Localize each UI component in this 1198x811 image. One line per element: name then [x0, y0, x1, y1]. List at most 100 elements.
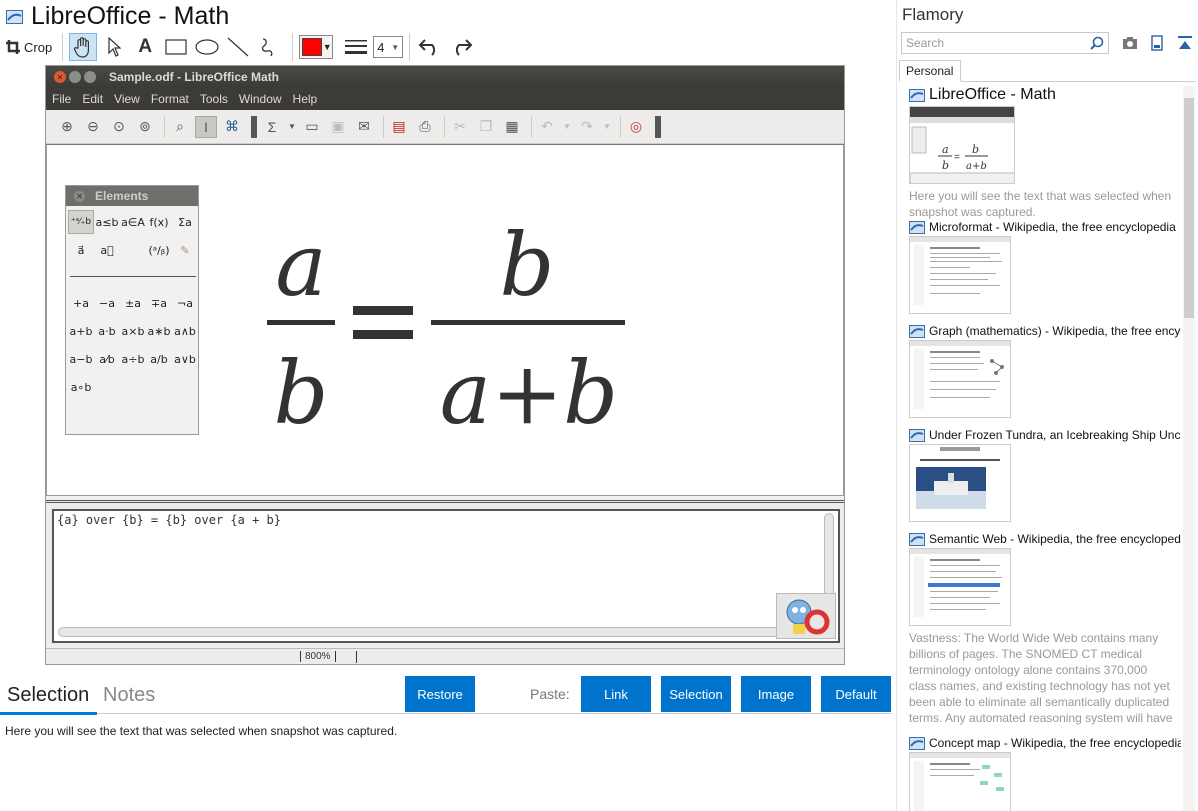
list-item-title: Graph (mathematics) - Wikipedia, the fre… [909, 324, 1181, 338]
list-item[interactable]: Under Frozen Tundra, an Icebreaking Ship… [909, 428, 1181, 522]
list-item[interactable]: LibreOffice - Math a b = b a+b Here you … [909, 86, 1181, 220]
sidebar-scrollbar-thumb[interactable] [1184, 98, 1194, 318]
element-cell: a∗b [147, 324, 171, 338]
ellipse-tool-button[interactable] [193, 33, 221, 61]
chevron-down-icon: ▼ [322, 42, 332, 52]
formula-svg: a b b a+b [267, 216, 625, 444]
freehand-tool-button[interactable] [255, 33, 283, 61]
hand-tool-button[interactable] [69, 33, 98, 61]
line-tool-button[interactable] [224, 33, 252, 61]
snapshot-thumbnail [909, 236, 1011, 314]
element-cell: ⁺ᵃ⁄₊b [68, 210, 94, 234]
app-header: LibreOffice - Math [6, 2, 229, 31]
element-cell: a÷b [121, 352, 145, 366]
list-item[interactable]: Graph (mathematics) - Wikipedia, the fre… [909, 324, 1181, 418]
paste-link-button[interactable]: Link [581, 676, 651, 712]
lo-toolbar-divider [655, 115, 661, 138]
paste-default-button[interactable]: Default [821, 676, 891, 712]
paste-selection-button[interactable]: Selection [661, 676, 731, 712]
flamory-app-icon [909, 88, 925, 102]
tab-selection-underline [0, 712, 97, 715]
text-cursor-icon: I [195, 115, 217, 138]
selection-text: Here you will see the text that was sele… [5, 724, 398, 738]
zoom-level: 800% [300, 651, 336, 662]
restore-button[interactable]: Restore [405, 676, 475, 712]
flamory-sidebar: Flamory Search Personal LibreOffice - Ma… [896, 0, 1198, 811]
element-cell: Σa [178, 215, 192, 229]
help-lifebuoy-icon: ◎ [629, 118, 643, 134]
chevron-down-icon: ▼ [391, 42, 400, 52]
snapshot-thumbnail [909, 340, 1011, 418]
tab-personal[interactable]: Personal [899, 60, 961, 82]
redo-button[interactable] [447, 33, 475, 61]
lo-menu-edit: Edit [82, 92, 104, 106]
paste-label: Paste: [530, 686, 570, 702]
element-cell: a∘b [70, 380, 92, 394]
undo-button[interactable] [416, 33, 444, 61]
formula-document: ✕ Elements ⁺ᵃ⁄₊b a≤b a∈A f(x) Σa a⃗ a⃞ (… [46, 144, 844, 496]
lo-toolbar-divider [251, 115, 257, 138]
list-item-title-text: Under Frozen Tundra, an Icebreaking Ship… [929, 428, 1181, 442]
color-picker[interactable]: ▼ [299, 35, 334, 59]
formula-lhs-fraction-bar [267, 320, 335, 325]
line-width-icon-button[interactable] [342, 33, 370, 61]
text-tool-button[interactable]: A [131, 33, 159, 61]
element-cell: a⃗ [77, 243, 85, 257]
lo-toolbar: ⊕ ⊖ ⊙ ⊚ ⌕ I ⌘ Σ ▼ ▭ ▣ ✉ ▤ ⎙ ✂ ❐ ▦ ↶ ▼ ↷ … [46, 110, 844, 144]
line-width-icon [345, 40, 368, 54]
element-cell: a/b [150, 352, 168, 366]
rectangle-tool-button[interactable] [162, 33, 190, 61]
svg-text:b: b [942, 159, 949, 172]
cut-icon: ✂ [454, 118, 466, 134]
list-item[interactable]: Concept map - Wikipedia, the free encycl… [909, 736, 1181, 811]
crop-button[interactable]: Crop [4, 33, 53, 61]
flamory-app-icon [909, 324, 925, 338]
search-input[interactable]: Search [901, 32, 1109, 54]
crop-icon [6, 40, 20, 54]
list-item[interactable]: Semantic Web - Wikipedia, the free encyc… [909, 532, 1181, 726]
element-cell: a+b [69, 324, 93, 338]
snapshot-thumbnail [909, 444, 1011, 522]
rectangle-icon [165, 39, 187, 55]
select-tool-button[interactable] [100, 33, 128, 61]
sidebar-title: Flamory [902, 5, 964, 24]
lo-menu-view: View [114, 92, 140, 106]
lo-menu-format: Format [150, 92, 189, 106]
flamory-app-icon [6, 9, 23, 24]
page-icon[interactable] [1149, 35, 1165, 51]
redo-icon [456, 39, 473, 56]
sigma-icon: Σ [267, 118, 277, 135]
sidebar-scrollbar[interactable] [1183, 86, 1195, 811]
ellipse-icon [195, 39, 219, 55]
camera-icon[interactable] [1122, 35, 1138, 51]
flamory-app-icon [909, 736, 925, 750]
formula-equals-top [353, 306, 413, 315]
paste-image-button[interactable]: Image [741, 676, 811, 712]
rendered-formula: a b b a+b [267, 215, 647, 444]
list-item-title: Under Frozen Tundra, an Icebreaking Ship… [909, 428, 1181, 442]
annotation-toolbar: Crop A ▼ 4 ▼ [4, 32, 478, 62]
formula-rhs-denominator: a+b [440, 344, 618, 435]
color-swatch [302, 38, 323, 56]
list-item[interactable]: Microformat - Wikipedia, the free encycl… [909, 220, 1181, 314]
tab-notes[interactable]: Notes [103, 684, 155, 707]
formula-lhs-numerator: a [275, 216, 326, 316]
lo-menu-tools: Tools [199, 92, 228, 106]
tab-selection[interactable]: Selection [7, 684, 89, 707]
lo-toolbar-divider [531, 115, 532, 138]
lo-window-title: Sample.odf - LibreOffice Math [109, 70, 280, 84]
lo-statusbar: 800% [46, 648, 844, 664]
line-width-select[interactable]: 4 ▼ [373, 36, 404, 58]
command-editor: {a} over {b} = {b} over {a + b} [52, 509, 840, 643]
lo-menu-window: Window [238, 92, 282, 106]
element-cell: ∓a [151, 296, 167, 310]
list-item-title: Microformat - Wikipedia, the free encycl… [909, 220, 1181, 234]
element-cell: −a [99, 296, 115, 310]
element-cell: a·b [98, 324, 116, 338]
svg-text:b: b [972, 143, 979, 156]
dropdown-icon: ▼ [288, 122, 296, 131]
collapse-top-icon[interactable] [1177, 35, 1193, 51]
list-item-title-text: Concept map - Wikipedia, the free encycl… [929, 736, 1181, 750]
zoom-fit-icon: ⊚ [139, 118, 151, 134]
lo-toolbar-divider [620, 115, 621, 138]
